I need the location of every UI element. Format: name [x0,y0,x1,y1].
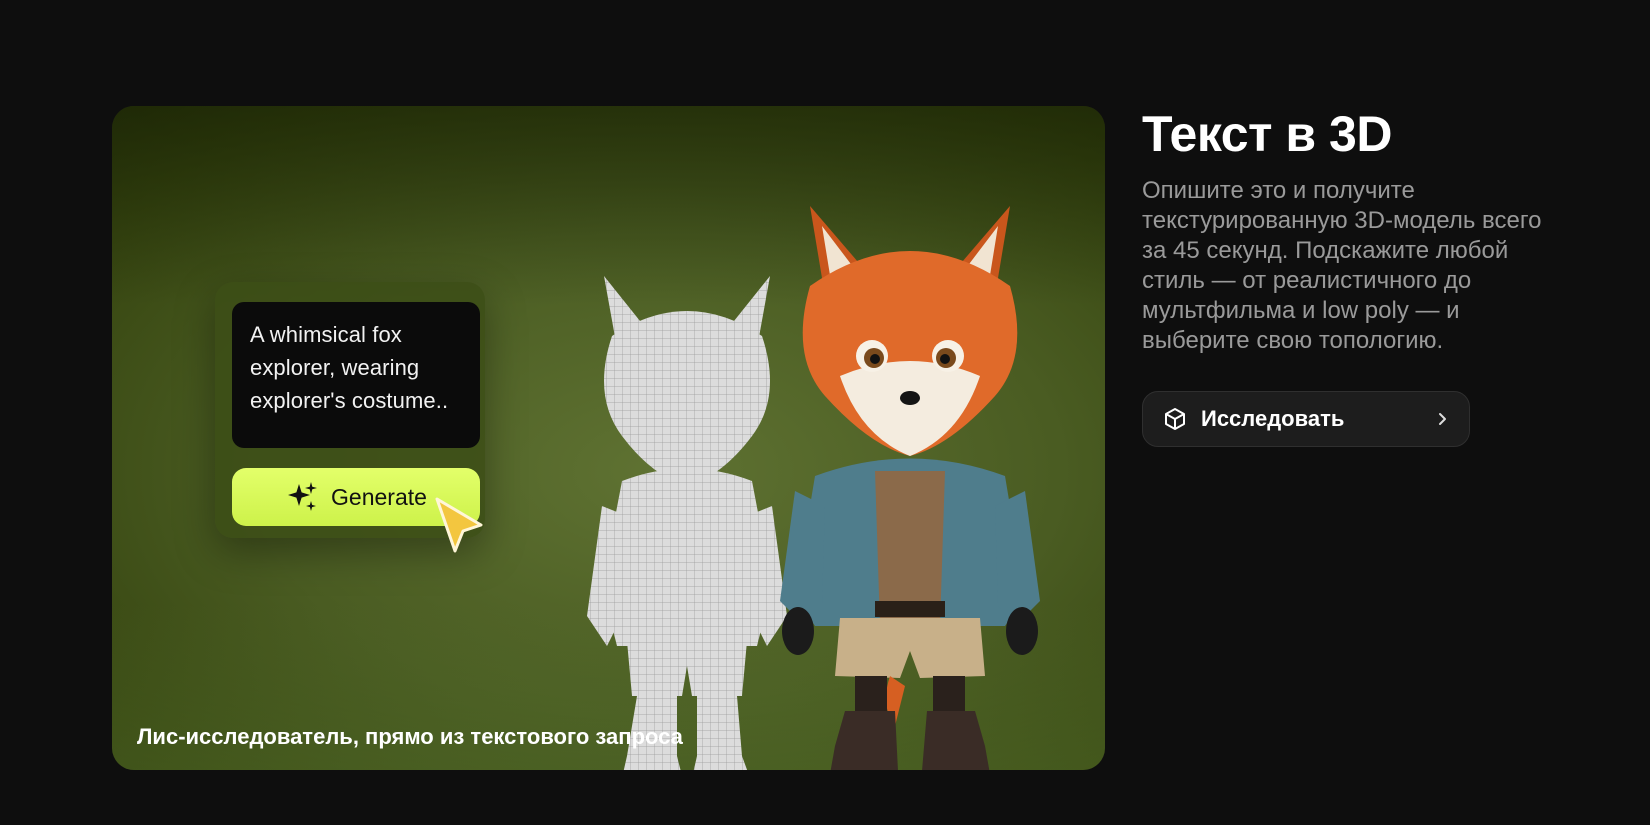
textured-fox-model [780,206,1040,770]
chevron-right-icon [1439,413,1446,425]
cube-icon [1165,408,1185,430]
prompt-text: A whimsical fox explorer, wearing explor… [232,302,480,448]
page: A whimsical fox explorer, wearing explor… [0,0,1650,825]
feature-description: Опишите это и получите текстурированную … [1142,177,1542,354]
pointer-cursor-icon [435,497,483,553]
showcase-caption: Лис-исследователь, прямо из текстового з… [137,724,683,749]
explore-label: Исследовать [1201,406,1345,431]
feature-title: Текст в 3D [1142,106,1392,162]
explore-button[interactable]: Исследовать [1142,391,1470,447]
generate-label: Generate [331,483,427,510]
feature-info: Текст в 3D Опишите это и получите тексту… [1142,106,1612,447]
sparkles-icon [288,482,318,511]
wireframe-fox-model [587,276,787,770]
showcase-card: A whimsical fox explorer, wearing explor… [112,106,1105,770]
